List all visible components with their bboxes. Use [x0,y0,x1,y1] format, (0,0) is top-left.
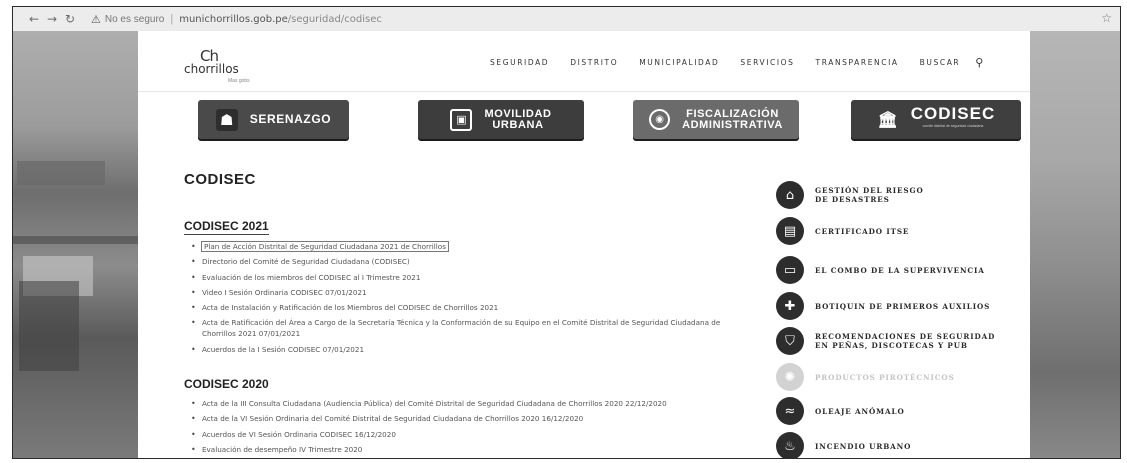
sidebar-item-label: OLEAJE ANÓMALO [815,406,905,416]
link-text[interactable]: Evaluación de los miembros del CODISEC a… [202,273,420,282]
link-text[interactable]: Evaluación de desempeño IV Trimestre 202… [202,445,362,454]
section-title-2020: CODISEC 2020 [184,377,269,391]
wave-icon: ≈ [776,397,804,425]
link-text[interactable]: Directorio del Comité de Seguridad Ciuda… [202,257,410,266]
codisec-banner-subtitle: comité distrital de seguridad ciudadana [922,123,984,128]
link-text[interactable]: Acta de Instalación y Ratificación de lo… [202,303,498,312]
section-title-2021: CODISEC 2021 [184,219,269,235]
nav-municipalidad[interactable]: MUNICIPALIDAD [639,58,719,67]
list-item[interactable]: Acuerdos de la I Sesión CODISEC 07/01/20… [188,344,738,355]
fireworks-icon: ✺ [776,363,804,391]
forward-icon[interactable]: → [43,12,61,26]
risk-icon: ⌂ [776,181,804,209]
list-item[interactable]: Evaluación de desempeño IV Trimestre 202… [188,444,738,455]
first-aid-icon: ✚ [776,292,804,320]
logo-text: chorrillos [184,62,239,76]
list-item[interactable]: Acta de la VI Sesión Ordinaria del Comit… [188,413,738,424]
link-text[interactable]: Acta de la III Consulta Ciudadana (Audie… [202,399,667,408]
links-2020: Acta de la III Consulta Ciudadana (Audie… [188,398,738,458]
label-line-1: GESTIÓN DEL RIESGO [815,186,924,195]
sidebar-item-pirotecnicos[interactable]: ✺ PRODUCTOS PIROTÉCNICOS [776,363,955,391]
sidebar-item-gestion-riesgo[interactable]: ⌂ GESTIÓN DEL RIESGO DE DESASTRES [776,181,924,209]
sidebar-item-label: PRODUCTOS PIROTÉCNICOS [815,372,955,382]
content-panel: Ch chorrillos Mas gobs SEGURIDAD DISTRIT… [138,31,1030,458]
sidebar-item-label: BOTIQUIN DE PRIMEROS AUXILIOS [815,301,991,311]
background-photo-left [13,31,138,458]
site-logo[interactable]: Ch chorrillos Mas gobs [184,47,254,85]
fiscal-line-2: ADMINISTRATIVA [682,118,783,131]
nav-transparencia[interactable]: TRANSPARENCIA [816,58,899,67]
movilidad-label: MOVILIDAD URBANA [484,108,551,131]
list-item[interactable]: Acta de Instalación y Ratificación de lo… [188,302,738,313]
list-item[interactable]: Acta de la III Consulta Ciudadana (Audie… [188,398,738,409]
link-text[interactable]: Acta de la VI Sesión Ordinaria del Comit… [202,414,583,423]
sidebar-item-certificado-itse[interactable]: ▤ CERTIFICADO ITSE [776,217,909,245]
sidebar-item-label: GESTIÓN DEL RIESGO DE DESASTRES [815,186,924,204]
list-item[interactable]: Video I Sesión Ordinaria CODISEC 07/01/2… [188,287,738,298]
nav-buscar[interactable]: BUSCAR [920,58,961,67]
bus-icon: ▣ [450,108,473,131]
movilidad-line-2: URBANA [492,118,544,131]
shield-icon: ⛉ [776,327,804,355]
sidebar-item-oleaje[interactable]: ≈ OLEAJE ANÓMALO [776,397,905,425]
main-nav: SEGURIDAD DISTRITO MUNICIPALIDAD SERVICI… [490,56,983,69]
label-line-1: RECOMENDACIONES DE SEGURIDAD [815,332,996,341]
sidebar-item-incendio[interactable]: ♨ INCENDIO URBANO [776,432,912,458]
link-text[interactable]: Video I Sesión Ordinaria CODISEC 07/01/2… [202,288,367,297]
magnifier-icon: ◉ [649,109,671,130]
link-text[interactable]: Acuerdos de la I Sesión CODISEC 07/01/20… [202,345,364,354]
logo-tagline: Mas gobs [228,78,250,84]
reload-icon[interactable]: ↻ [61,12,79,26]
nav-distrito[interactable]: DISTRITO [570,58,618,67]
search-icon[interactable]: ⚲ [975,56,983,69]
serenazgo-label: SERENAZGO [249,112,332,126]
link-text[interactable]: Plan de Acción Distrital de Seguridad Ci… [201,241,449,252]
survival-kit-icon: ▭ [776,256,804,284]
list-item[interactable]: Acuerdos de VI Sesión Ordinaria CODISEC … [188,429,738,440]
list-item[interactable]: Acta de Ratificación del Área a Cargo de… [188,317,738,339]
list-item[interactable]: Evaluación de los miembros del CODISEC a… [188,272,738,283]
screenshot-frame: ← → ↻ ⚠ No es seguro | munichorrillos.go… [12,6,1121,459]
sidebar-item-label: EL COMBO DE LA SUPERVIVENCIA [815,265,985,275]
sidebar-item-label: INCENDIO URBANO [815,441,912,451]
list-item[interactable]: Directorio del Comité de Seguridad Ciuda… [188,256,738,267]
link-text[interactable]: Acta de Ratificación del Área a Cargo de… [202,318,720,338]
codisec-banner-label: CODISEC comité distrital de seguridad ciu… [911,105,995,132]
not-secure-label[interactable]: No es seguro [105,14,164,25]
list-item[interactable]: Plan de Acción Distrital de Seguridad Ci… [188,241,738,252]
bookmark-star-icon[interactable]: ☆ [1101,11,1112,25]
nav-servicios[interactable]: SERVICIOS [740,58,794,67]
guard-icon: ☗ [215,108,238,131]
codisec-button[interactable]: 🏛 CODISEC comité distrital de seguridad c… [851,100,1021,139]
url-field[interactable]: munichorrillos.gob.pe/seguridad/codisec [179,14,382,25]
url-path: /seguridad/codisec [287,13,382,25]
url-host: munichorrillos.gob.pe [179,13,288,25]
fire-icon: ♨ [776,432,804,458]
links-2021: Plan de Acción Distrital de Seguridad Ci… [188,241,738,359]
codisec-banner-title: CODISEC [910,103,996,123]
link-text[interactable]: Acuerdos de VI Sesión Ordinaria CODISEC … [202,430,396,439]
sidebar-item-recomendaciones[interactable]: ⛉ RECOMENDACIONES DE SEGURIDAD EN PEÑAS, … [776,327,995,355]
site-header: Ch chorrillos Mas gobs SEGURIDAD DISTRIT… [138,31,1030,92]
certificate-icon: ▤ [776,217,804,245]
browser-address-bar: ← → ↻ ⚠ No es seguro | munichorrillos.go… [13,7,1120,32]
fiscalizacion-button[interactable]: ◉ FISCALIZACIÓN ADMINISTRATIVA [633,100,799,139]
label-line-2: DE DESASTRES [815,195,890,204]
building-icon: 🏛 [877,110,898,129]
label-line-2: EN PEÑAS, DISCOTECAS Y PUB [815,341,968,350]
fiscalizacion-label: FISCALIZACIÓN ADMINISTRATIVA [682,108,783,131]
page-title: CODISEC [184,171,256,188]
address-divider: | [170,13,174,25]
serenazgo-button[interactable]: ☗ SERENAZGO [198,100,349,139]
sidebar-item-combo-supervivencia[interactable]: ▭ EL COMBO DE LA SUPERVIVENCIA [776,256,985,284]
background-photo-right [1025,31,1120,458]
sidebar-item-botiquin[interactable]: ✚ BOTIQUIN DE PRIMEROS AUXILIOS [776,292,990,320]
sidebar-item-label: CERTIFICADO ITSE [815,226,910,236]
warning-icon[interactable]: ⚠ [91,13,101,26]
nav-seguridad[interactable]: SEGURIDAD [490,58,549,67]
movilidad-urbana-button[interactable]: ▣ MOVILIDAD URBANA [418,100,584,139]
sidebar-item-label: RECOMENDACIONES DE SEGURIDAD EN PEÑAS, DI… [815,332,995,350]
back-icon[interactable]: ← [25,12,43,26]
